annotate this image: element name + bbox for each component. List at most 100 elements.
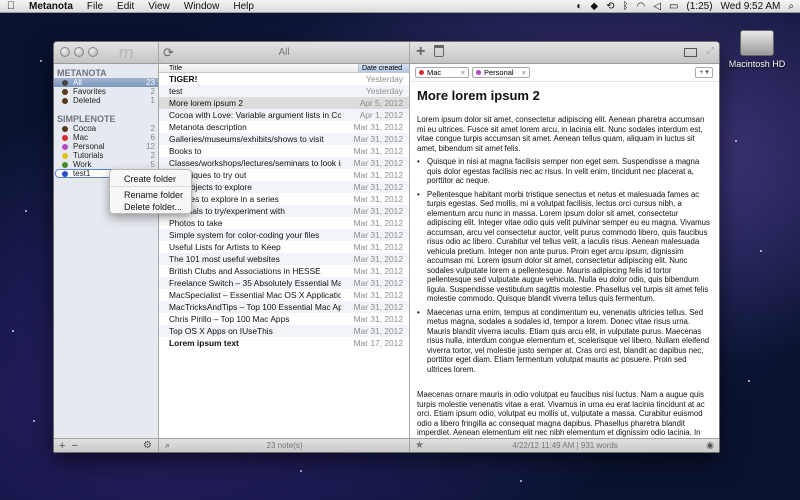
new-note-button[interactable]: + [416, 43, 425, 61]
zoom-window-button[interactable] [88, 47, 98, 57]
add-tag-dropdown[interactable]: + ▾ [695, 67, 713, 78]
remove-tag-icon[interactable]: × [461, 68, 465, 78]
add-folder-button[interactable]: + [54, 440, 65, 452]
note-row[interactable]: Themes to explore in a series Mar 31, 201… [159, 193, 409, 205]
note-title: More lorem ipsum 2 [169, 98, 244, 108]
note-row[interactable]: Cocoa with Love: Variable argument lists… [159, 109, 409, 121]
note-row[interactable]: Useful Lists for Artists to Keep Mar 31, … [159, 241, 409, 253]
sidebar-item-tutorials[interactable]: Tutorials 2 [54, 151, 158, 160]
note-row[interactable]: MacSpecialist – Essential Mac OS X Appli… [159, 289, 409, 301]
desktop-hd-icon[interactable]: Macintosh HD [722, 30, 792, 69]
sidebar-item-count: 2 [150, 124, 155, 133]
folder-color-dot [62, 161, 68, 168]
menu-file[interactable]: File [80, 1, 110, 12]
wifi-icon[interactable]: ◠ [637, 1, 646, 12]
note-row[interactable]: Chris Pirillo – Top 100 Mac Apps Mar 31, … [159, 313, 409, 325]
spotlight-icon[interactable]: ⌕ [788, 1, 794, 12]
note-row[interactable]: Classes/workshops/lectures/seminars to l… [159, 157, 409, 169]
sidebar-item-deleted[interactable]: Deleted 1 [54, 96, 158, 105]
note-row[interactable]: British Clubs and Associations in HESSE M… [159, 265, 409, 277]
menu-edit[interactable]: Edit [110, 1, 141, 12]
note-title: Galleries/museums/exhibits/shows to visi… [169, 134, 324, 144]
note-date: Mar 31, 2012 [353, 290, 403, 300]
note-row[interactable]: Metanota description Mar 31, 2012 [159, 121, 409, 133]
note-date: Mar 31, 2012 [353, 254, 403, 264]
note-date: Mar 31, 2012 [353, 182, 403, 192]
section-header-simplenote: SIMPLENOTE [57, 114, 116, 124]
dropbox-icon[interactable]: ◆ [590, 1, 598, 12]
email-icon[interactable] [684, 48, 697, 57]
info-icon[interactable]: ◉ [706, 440, 719, 451]
gear-icon[interactable]: ⚙ [143, 440, 158, 451]
menu-item-create-folder[interactable]: Create folder [110, 173, 191, 185]
sidebar-item-mac[interactable]: Mac 6 [54, 133, 158, 142]
sidebar-item-work[interactable]: Work 5 [54, 160, 158, 169]
sidebar-item-count: 23 [146, 78, 155, 87]
sidebar-item-favorites[interactable]: Favorites 2 [54, 87, 158, 96]
remove-tag-icon[interactable]: × [522, 68, 526, 78]
note-row[interactable]: Books to Mar 31, 2012 [159, 145, 409, 157]
clock[interactable]: Wed 9:52 AM [721, 1, 781, 12]
menu-window[interactable]: Window [177, 1, 227, 12]
menu-app-name[interactable]: Metanota [22, 1, 80, 12]
bluetooth-icon[interactable]: ᛒ [623, 1, 629, 12]
folder-color-dot [62, 88, 68, 95]
volume-icon[interactable]: ◁ [653, 1, 661, 12]
tag-label: Personal [484, 67, 514, 77]
note-row[interactable]: Simple system for color-coding your file… [159, 229, 409, 241]
note-title: MacSpecialist – Essential Mac OS X Appli… [169, 290, 341, 300]
note-row[interactable]: Freelance Switch – 35 Absolutely Essenti… [159, 277, 409, 289]
tag-label: Mac [427, 67, 442, 77]
tag-color-dot [476, 70, 481, 75]
remove-folder-button[interactable]: − [65, 440, 77, 452]
favorite-star-icon[interactable]: ★ [410, 440, 424, 451]
note-date: Mar 31, 2012 [353, 242, 403, 252]
tag-mac[interactable]: Mac × [415, 67, 469, 78]
tag-personal[interactable]: Personal × [472, 67, 530, 78]
menu-item-delete-folder[interactable]: Delete folder... [110, 201, 191, 213]
note-row[interactable]: MacTricksAndTips – Top 100 Essential Mac… [159, 301, 409, 313]
note-title: British Clubs and Associations in HESSE [169, 266, 321, 276]
note-row[interactable]: The 101 most useful websites Mar 31, 2012 [159, 253, 409, 265]
sidebar-item-personal[interactable]: Personal 12 [54, 142, 158, 151]
minimize-window-button[interactable] [74, 47, 84, 57]
fullscreen-icon[interactable]: ⤢ [707, 45, 714, 56]
desktop-hd-label: Macintosh HD [728, 59, 786, 69]
note-row[interactable]: Lorem ipsum text Mar 17, 2012 [159, 337, 409, 349]
note-date: Mar 31, 2012 [353, 158, 403, 168]
close-window-button[interactable] [60, 47, 70, 57]
note-title: Simple system for color-coding your file… [169, 230, 320, 240]
note-row[interactable]: Materials to try/experiment with Mar 31, … [159, 205, 409, 217]
note-row[interactable]: Techniques to try out Mar 31, 2012 [159, 169, 409, 181]
battery-icon[interactable]: ▭ [669, 1, 678, 12]
battery-time[interactable]: (1:25) [686, 1, 712, 12]
note-row[interactable]: Top OS X Apps on IUseThis Mar 31, 2012 [159, 325, 409, 337]
column-title[interactable]: Title [159, 64, 358, 72]
notes-titlebar[interactable]: ⟳ All [159, 42, 409, 64]
note-body[interactable]: More lorem ipsum 2 Lorem ipsum dolor sit… [417, 88, 711, 437]
note-title: Cocoa with Love: Variable argument lists… [169, 110, 341, 120]
note-row[interactable]: More lorem ipsum 2 Apr 5, 2012 [159, 97, 409, 109]
timemachine-icon[interactable]: ⟲ [606, 1, 614, 12]
note-paragraph: Lorem ipsum dolor sit amet, consectetur … [417, 115, 705, 153]
menu-view[interactable]: View [141, 1, 177, 12]
sidebar-item-all[interactable]: All 23 [54, 78, 158, 87]
sync-status-icon[interactable]: ◐ [576, 1, 582, 12]
note-title: Useful Lists for Artists to Keep [169, 242, 281, 252]
note-row[interactable]: Art subjects to explore Mar 31, 2012 [159, 181, 409, 193]
menu-item-rename-folder[interactable]: Rename folder [110, 189, 191, 201]
note-row[interactable]: TIGER! Yesterday [159, 73, 409, 85]
window-titlebar[interactable]: m [54, 42, 158, 64]
note-row[interactable]: Photos to take Mar 31, 2012 [159, 217, 409, 229]
column-date-created[interactable]: Date created [358, 64, 409, 72]
note-bullet: Maecenas urna enim, tempus at condimentu… [417, 308, 711, 375]
apple-menu-icon[interactable]:  [0, 0, 22, 12]
menu-bar:  Metanota File Edit View Window Help ◐ … [0, 0, 800, 13]
trash-icon[interactable] [434, 45, 444, 57]
note-date: Mar 31, 2012 [353, 302, 403, 312]
sidebar-item-cocoa[interactable]: Cocoa 2 [54, 124, 158, 133]
note-row[interactable]: Galleries/museums/exhibits/shows to visi… [159, 133, 409, 145]
menu-help[interactable]: Help [226, 1, 261, 12]
note-row[interactable]: test Yesterday [159, 85, 409, 97]
note-title: Books to [169, 146, 202, 156]
